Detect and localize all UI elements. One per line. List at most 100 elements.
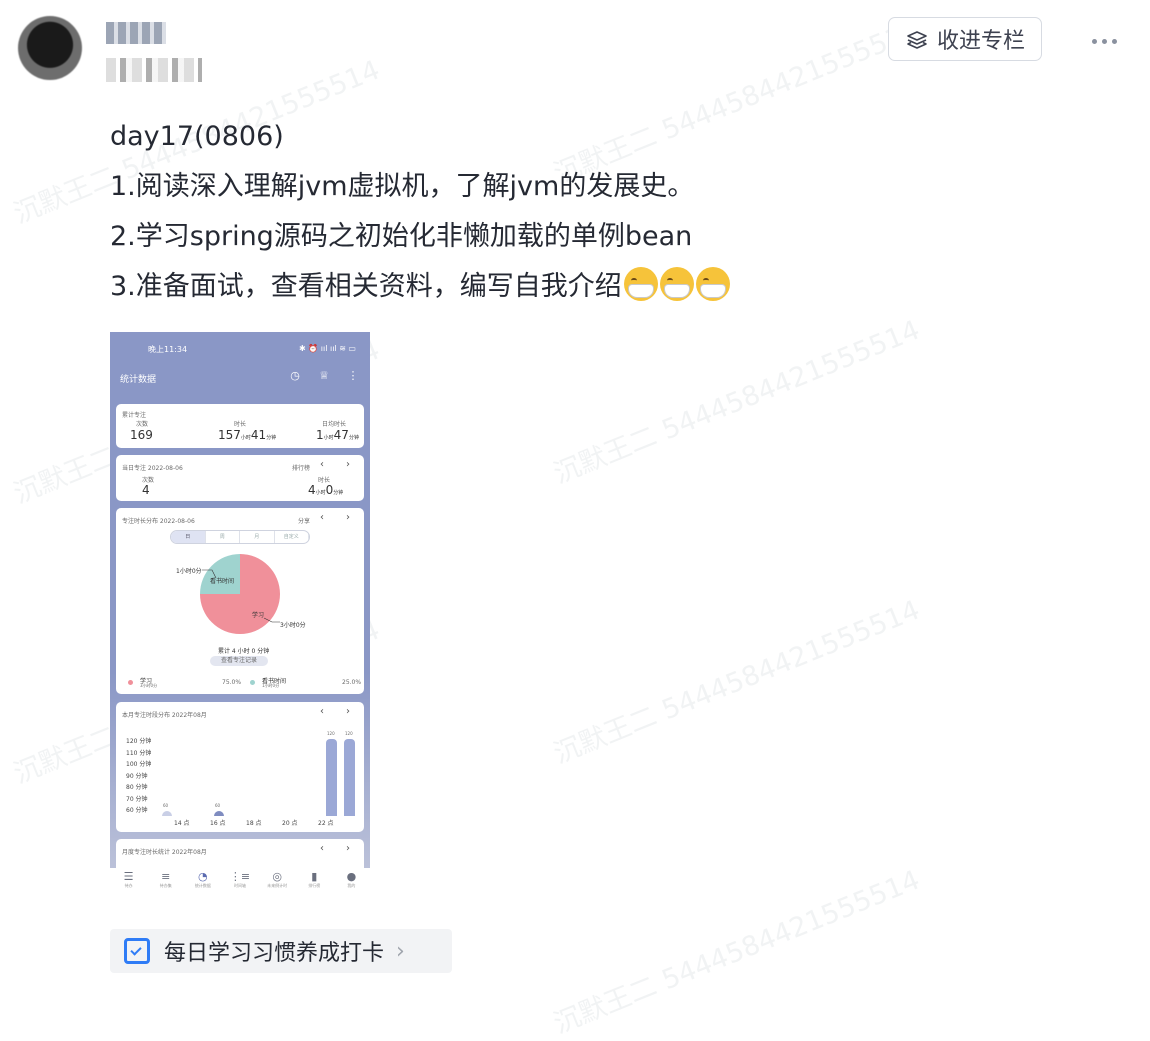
list-icon: ☰ [123,870,134,883]
hourly-bar [344,739,355,816]
post-line-with-emoji: 3.准备面试，查看相关资料，编写自我介绍 [110,262,870,312]
layers-icon [907,31,927,49]
x-tick-label: 14 点 [174,820,190,827]
hourly-title: 本月专注时段分布 2022年08月 [122,712,207,719]
legend-swatch [250,680,255,685]
y-tick-label: 110 分钟 [126,750,152,757]
tab-ranking: ▮ 排行榜 [299,868,329,900]
legend-time: 3小时0分 [140,683,158,688]
tab-timeline: ⋮≡ 时间轴 [225,868,255,900]
tab-todo-set: ≡ 待办集 [151,868,181,900]
summary-label: 时长 [234,421,247,428]
status-icons: ✱ ⏰ ııl ııl ≋ ▭ [299,344,356,353]
summary-card: 累计专注 次数 时长 日均时长 169 157小时41分钟 1小时47分钟 [116,404,364,448]
summary-title: 累计专注 [122,412,147,419]
x-tick-label: 22 点 [318,820,334,827]
topic-tag[interactable]: 每日学习习惯养成打卡 › [110,929,452,973]
mask-face-emoji-icon [623,267,658,301]
tab-countdown: ◎ 未来倒计时 [262,868,292,900]
legend-pct: 25.0% [342,679,362,686]
username-redacted[interactable] [106,22,166,44]
mask-face-emoji-icon [659,267,694,301]
summary-label: 次数 [136,421,149,428]
today-value: 4小时0分钟 [308,483,344,497]
hourly-bar-label: 60 [215,803,221,808]
legend-time: 1小时0分 [262,683,280,688]
clock-icon: ◷ [290,369,300,382]
today-card: 当日专注 2022-08-06 排行榜 ‹ › 次数 时长 4 4小时0分钟 [116,455,364,501]
post-image-screenshot[interactable]: 晚上11:34 ✱ ⏰ ııl ııl ≋ ▭ 统计数据 ◷ ♕ ⋮ 累计专注 … [110,332,370,900]
y-tick-label: 120 分钟 [126,738,152,745]
next-arrow-icon: › [346,459,350,470]
x-tick-label: 18 点 [246,820,262,827]
more-dots-icon[interactable] [1084,26,1124,56]
calendar-check-icon [124,938,150,964]
y-tick-label: 60 分钟 [126,807,148,814]
hourly-bar [214,811,224,816]
summary-value: 157小时41分钟 [218,428,277,442]
post-line: day17(0806) [110,121,284,152]
legend-pct: 75.0% [222,679,242,686]
add-to-column-button[interactable]: 收进专栏 [888,17,1042,61]
status-time: 晚上11:34 [148,345,188,354]
pie-chart [200,554,280,634]
hourly-bar [326,739,337,816]
trophy-icon: ♕ [319,369,329,382]
post-line: 2.学习spring源码之初始化非懒加载的单例bean [110,221,693,252]
x-tick-label: 20 点 [282,820,298,827]
avatar[interactable] [18,16,82,80]
today-value: 4 [142,483,150,497]
watermark: 沉默王二 5444584421555514 [549,314,925,490]
legend-swatch [128,680,133,685]
timeline-icon: ⋮≡ [229,870,251,883]
pie-slice-1 [200,554,240,594]
next-arrow-icon: › [346,706,350,717]
hourly-bar-label: 120 [327,731,335,736]
hourly-bar-label: 60 [163,803,169,808]
pie-label: 1小时0分 [176,568,202,575]
target-icon: ◎ [272,870,282,883]
user-meta-redacted [106,58,202,82]
hourly-bar-label: 120 [345,731,353,736]
y-tick-label: 90 分钟 [126,773,148,780]
monthly-title: 月度专注时长统计 2022年08月 [122,849,207,856]
chevron-right-icon: › [396,938,405,964]
x-tick-label: 16 点 [210,820,226,827]
topic-label: 每日学习习惯养成打卡 [164,941,385,966]
prev-arrow-icon: ‹ [320,459,324,470]
summary-label: 日均时长 [322,421,347,428]
app-title: 统计数据 [120,375,157,385]
today-title: 当日专注 2022-08-06 [122,465,183,472]
summary-value: 169 [130,428,153,442]
prev-arrow-icon: ‹ [320,706,324,717]
hourly-card: 本月专注时段分布 2022年08月 ‹ › 120 分钟 110 分钟 100 … [116,702,364,832]
pie-label: 看书时间 [210,578,235,585]
watermark: 沉默王二 5444584421555514 [549,594,925,770]
tab-stats: ◔ 统计数据 [188,868,218,900]
post-line: 3.准备面试，查看相关资料，编写自我介绍 [110,271,622,302]
watermark: 沉默王二 5444584421555514 [549,864,925,1040]
user-icon: ● [346,870,357,883]
pie-label: 学习 [252,612,265,619]
pie-icon: ◔ [198,870,208,883]
post-content: day17(0806) 1.阅读深入理解jvm虚拟机，了解jvm的发展史。 2.… [110,112,870,312]
mask-face-emoji-icon [695,267,730,301]
y-tick-label: 70 分钟 [126,796,148,803]
app-tab-bar: ☰ 待办 ≡ 待办集 ◔ 统计数据 ⋮≡ 时间轴 ◎ 未来倒计时 ▮ 排行榜 ● 我的 [110,868,370,900]
next-arrow-icon: › [346,843,350,854]
prev-arrow-icon: ‹ [320,843,324,854]
distribution-card: 专注时长分布 2022-08-06 分享 ‹ › 日 周 月 自定义 1小时0分… [116,508,364,694]
distribution-total: 累计 4 小时 0 分钟 [218,648,270,655]
hourly-bar [162,811,172,816]
post-line: 1.阅读深入理解jvm虚拟机，了解jvm的发展史。 [110,171,695,202]
view-records-button: 查看专注记录 [210,656,268,666]
tab-me: ● 我的 [336,868,366,900]
pie-label: 3小时0分 [280,622,306,629]
summary-value: 1小时47分钟 [316,428,359,442]
add-to-column-label: 收进专栏 [936,29,1025,54]
tab-todo: ☰ 待办 [114,868,144,900]
list-indent-icon: ≡ [161,870,171,883]
bar-chart-icon: ▮ [311,870,318,883]
rank-link: 排行榜 [292,465,311,472]
menu-dots-icon: ⋮ [347,369,359,382]
